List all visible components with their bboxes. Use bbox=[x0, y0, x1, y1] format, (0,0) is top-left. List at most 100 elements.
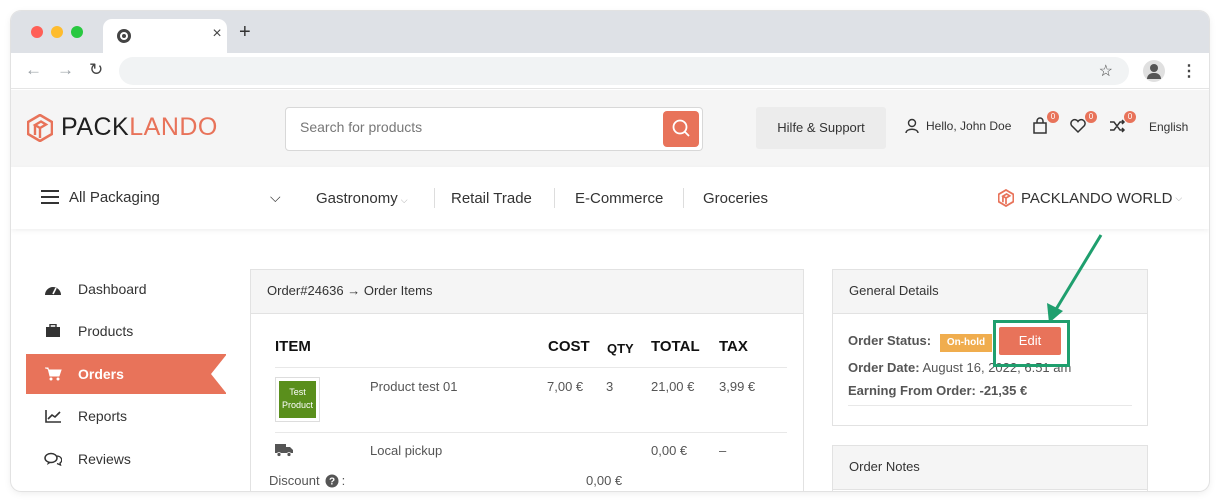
column-header-qty: QTY bbox=[607, 341, 634, 356]
packlando-world-label: PACKLANDO WORLD bbox=[1021, 189, 1173, 207]
menu-hamburger-icon[interactable] bbox=[41, 190, 59, 204]
logo-text-pack: PACK bbox=[61, 113, 130, 141]
nav-link-e-commerce[interactable]: E-Commerce bbox=[575, 190, 663, 207]
shipping-method: Local pickup bbox=[370, 443, 443, 458]
nav-link-retail-trade[interactable]: Retail Trade bbox=[451, 190, 532, 207]
cart-icon bbox=[45, 367, 62, 381]
truck-icon bbox=[275, 444, 293, 457]
close-window-dot[interactable] bbox=[31, 26, 43, 38]
browser-menu-icon[interactable]: ⋮ bbox=[1181, 61, 1197, 81]
back-icon[interactable]: ← bbox=[25, 60, 42, 80]
row-divider bbox=[275, 367, 787, 368]
column-header-item: ITEM bbox=[275, 338, 311, 355]
product-name-link[interactable]: Product test 01 bbox=[370, 379, 457, 394]
cart-button[interactable]: 0 bbox=[1031, 111, 1059, 137]
url-field[interactable]: ☆ bbox=[119, 57, 1129, 85]
language-selector[interactable]: English bbox=[1149, 120, 1188, 134]
logo-mark-icon bbox=[27, 113, 53, 142]
shuffle-icon bbox=[1110, 119, 1126, 133]
discount-row: Discount ? : bbox=[269, 473, 345, 488]
site-logo[interactable]: PACKLANDO bbox=[27, 113, 218, 142]
sidebar-item-label: Products bbox=[78, 323, 134, 339]
help-icon[interactable]: ? bbox=[325, 474, 339, 488]
forward-icon[interactable]: → bbox=[57, 60, 74, 80]
shipping-tax: – bbox=[719, 443, 727, 458]
product-cost: 7,00 € bbox=[547, 379, 584, 394]
sidebar-item-reviews[interactable]: Reviews bbox=[26, 439, 226, 479]
category-nav: All Packaging ⌵ Gastronomy ⌵ Retail Trade… bbox=[11, 167, 1209, 229]
sidebar-item-label: Reviews bbox=[78, 451, 131, 467]
nav-divider bbox=[434, 188, 435, 208]
comments-icon bbox=[44, 452, 62, 466]
tab-bar: × + bbox=[11, 11, 1209, 53]
reload-icon[interactable]: ↻ bbox=[89, 60, 103, 80]
product-thumbnail[interactable]: Test Product bbox=[275, 377, 320, 422]
details-divider bbox=[848, 405, 1132, 406]
nav-divider bbox=[683, 188, 684, 208]
help-support-button[interactable]: Hilfe & Support bbox=[756, 107, 886, 149]
all-packaging-link[interactable]: All Packaging bbox=[69, 189, 160, 206]
product-thumbnail-image: Test Product bbox=[279, 381, 316, 418]
nav-link-groceries[interactable]: Groceries bbox=[703, 190, 768, 207]
sidebar-item-reports[interactable]: Reports bbox=[26, 396, 226, 436]
shipping-total: 0,00 € bbox=[651, 443, 688, 458]
shopping-bag-icon bbox=[1033, 117, 1047, 134]
order-items-heading: Order#24636 → Order Items bbox=[251, 270, 803, 314]
product-qty: 3 bbox=[606, 379, 614, 394]
user-account-link[interactable]: Hello, John Doe bbox=[904, 118, 1011, 134]
search-input[interactable] bbox=[300, 119, 650, 135]
minimize-window-dot[interactable] bbox=[51, 26, 63, 38]
column-header-total: TOTAL bbox=[651, 338, 700, 355]
maximize-window-dot[interactable] bbox=[71, 26, 83, 38]
search-button[interactable] bbox=[663, 111, 699, 147]
dashboard-icon bbox=[45, 287, 61, 295]
chrome-icon bbox=[117, 29, 131, 43]
profile-avatar[interactable] bbox=[1143, 60, 1165, 82]
wishlist-count-badge: 0 bbox=[1085, 111, 1097, 123]
sidebar-item-label: Dashboard bbox=[78, 281, 147, 297]
earning-value: -21,35 € bbox=[979, 383, 1028, 398]
discount-value: 0,00 € bbox=[586, 473, 623, 488]
product-tax: 3,99 € bbox=[719, 379, 756, 394]
sidebar-item-label: Reports bbox=[78, 408, 128, 424]
column-header-tax: TAX bbox=[719, 338, 748, 355]
browser-window: × + ← → ↻ ☆ ⋮ PACKLANDO Search for produ… bbox=[11, 11, 1209, 491]
logo-mark-icon bbox=[998, 189, 1014, 207]
earning-row: Earning From Order: -21,35 € bbox=[848, 383, 1027, 398]
chart-icon bbox=[45, 410, 61, 423]
nav-divider bbox=[554, 188, 555, 208]
order-notes-heading: Order Notes bbox=[833, 446, 1147, 490]
bookmark-star-icon[interactable]: ☆ bbox=[1099, 61, 1113, 81]
row-divider bbox=[275, 432, 787, 433]
logo-text-lando: LANDO bbox=[129, 113, 218, 141]
discount-label: Discount bbox=[269, 473, 320, 488]
cart-count-badge: 0 bbox=[1047, 111, 1059, 123]
sidebar-item-dashboard[interactable]: Dashboard bbox=[26, 269, 226, 309]
compare-count-badge: 0 bbox=[1124, 111, 1136, 123]
address-bar-row: ← → ↻ ☆ ⋮ bbox=[11, 53, 1209, 89]
search-icon bbox=[672, 119, 690, 137]
column-header-cost: COST bbox=[548, 338, 590, 355]
nav-link-gastronomy[interactable]: Gastronomy ⌵ bbox=[316, 190, 408, 207]
site-header: PACKLANDO Hilfe & Support Hello, John Do… bbox=[11, 90, 1209, 167]
earning-label: Earning From Order: bbox=[848, 383, 976, 398]
order-status-label: Order Status: bbox=[848, 333, 932, 348]
briefcase-icon bbox=[46, 324, 60, 337]
order-notes-panel: Order Notes bbox=[832, 445, 1148, 491]
sidebar-item-products[interactable]: Products bbox=[26, 311, 226, 351]
discount-colon: : bbox=[341, 473, 346, 488]
packlando-world-menu[interactable]: PACKLANDO WORLD ⌵ bbox=[998, 189, 1182, 207]
user-greeting: Hello, John Doe bbox=[926, 119, 1012, 133]
sidebar-item-orders[interactable]: Orders bbox=[26, 354, 227, 394]
browser-tab[interactable]: × bbox=[103, 19, 227, 53]
user-icon bbox=[905, 118, 919, 134]
tab-close-icon[interactable]: × bbox=[207, 25, 227, 43]
wishlist-button[interactable]: 0 bbox=[1069, 111, 1097, 137]
product-total: 21,00 € bbox=[651, 379, 695, 394]
status-badge: On-hold bbox=[940, 334, 992, 352]
search-box bbox=[285, 107, 703, 151]
compare-button[interactable]: 0 bbox=[1108, 111, 1136, 137]
chevron-down-icon[interactable]: ⌵ bbox=[270, 189, 281, 206]
new-tab-button[interactable]: + bbox=[239, 22, 251, 42]
sidebar-item-label: Orders bbox=[78, 366, 124, 382]
